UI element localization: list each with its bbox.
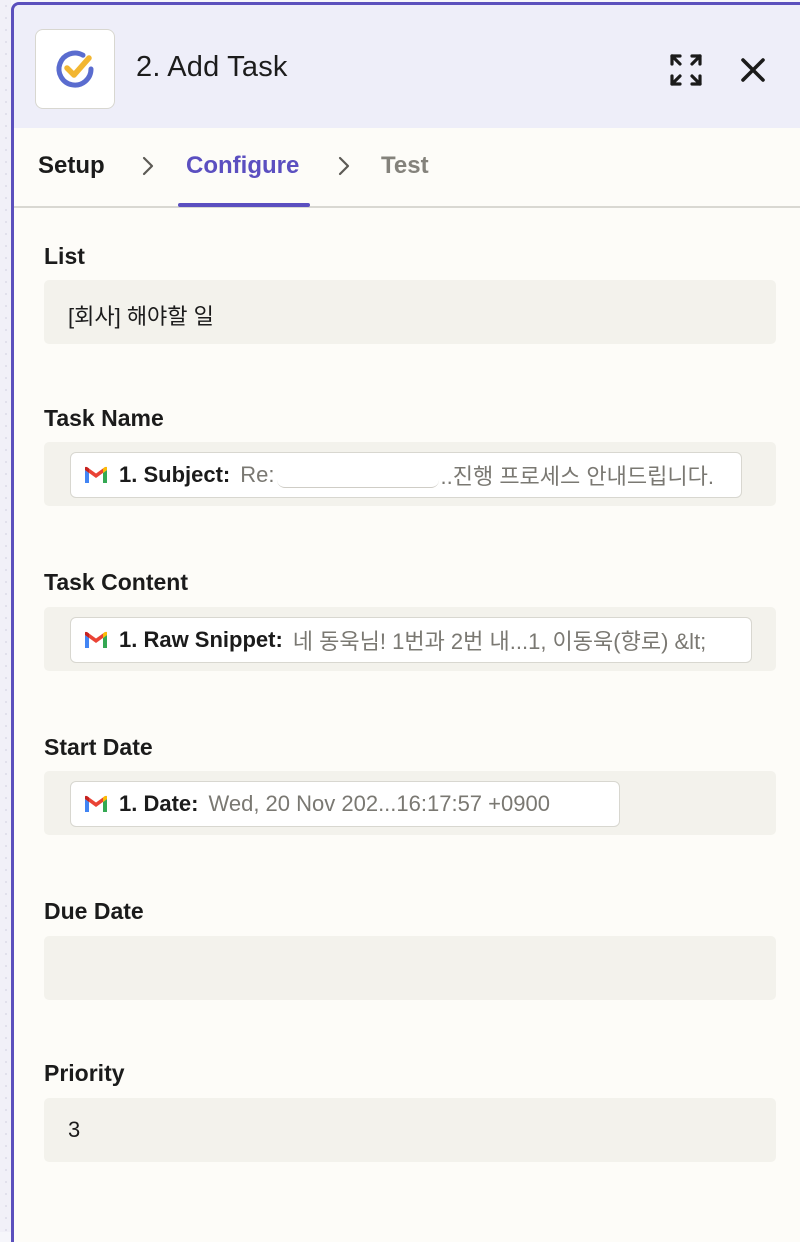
- ticktick-check-icon: [56, 50, 94, 88]
- priority-field[interactable]: 3: [44, 1098, 776, 1162]
- panel-header: 2. Add Task: [14, 5, 800, 128]
- pill-key: 1. Subject:: [119, 462, 231, 487]
- priority-label: Priority: [44, 1060, 125, 1086]
- start-date-field[interactable]: 1. Date: Wed, 20 Nov 202...16:17:57 +090…: [44, 771, 776, 835]
- task-content-field[interactable]: 1. Raw Snippet: 네 동욱님! 1번과 2번 내...1, 이동욱…: [44, 607, 776, 671]
- due-date-field[interactable]: [44, 936, 776, 1000]
- gmail-icon: [85, 795, 107, 812]
- pill-value: 네 동욱님! 1번과 2번 내...1, 이동욱(향로) &lt;: [292, 629, 707, 654]
- close-icon: [741, 58, 765, 82]
- tab-test[interactable]: Test: [381, 152, 429, 180]
- start-date-label: Start Date: [44, 734, 153, 760]
- priority-value: 3: [68, 1117, 81, 1142]
- step-panel: 2. Add Task Setup Configure Test List [회…: [11, 2, 800, 1242]
- step-tabs: Setup Configure Test: [14, 128, 800, 208]
- list-label: List: [44, 243, 85, 269]
- pill-value-prefix: Re:: [240, 462, 275, 487]
- task-name-mapped-pill[interactable]: 1. Subject: Re: ..진행 프로세스 안내드립니다.: [70, 452, 742, 498]
- gmail-icon: [85, 631, 107, 648]
- tab-setup[interactable]: Setup: [38, 152, 105, 180]
- gmail-icon: [85, 466, 107, 483]
- page-title: 2. Add Task: [136, 51, 288, 83]
- task-content-mapped-pill[interactable]: 1. Raw Snippet: 네 동욱님! 1번과 2번 내...1, 이동욱…: [70, 617, 752, 663]
- tab-configure[interactable]: Configure: [186, 152, 299, 180]
- start-date-mapped-pill[interactable]: 1. Date: Wed, 20 Nov 202...16:17:57 +090…: [70, 781, 620, 827]
- canvas-background: [0, 0, 11, 1232]
- pill-key: 1. Raw Snippet:: [119, 627, 283, 652]
- expand-icon: [670, 54, 702, 86]
- pill-value-suffix: ..진행 프로세스 안내드립니다.: [440, 464, 714, 489]
- chevron-right-icon: [138, 154, 158, 178]
- due-date-label: Due Date: [44, 898, 144, 924]
- app-icon: [35, 29, 115, 109]
- redacted-text: [276, 462, 439, 488]
- pill-key: 1. Date:: [119, 791, 199, 816]
- active-tab-indicator: [178, 203, 310, 207]
- task-name-field[interactable]: 1. Subject: Re: ..진행 프로세스 안내드립니다.: [44, 442, 776, 506]
- task-name-label: Task Name: [44, 405, 164, 431]
- expand-button[interactable]: [665, 49, 707, 91]
- pill-value: Wed, 20 Nov 202...16:17:57 +0900: [208, 791, 550, 816]
- task-content-label: Task Content: [44, 569, 188, 595]
- close-button[interactable]: [732, 49, 774, 91]
- chevron-right-icon: [334, 154, 354, 178]
- list-value: [회사] 해야할 일: [68, 304, 214, 329]
- list-field[interactable]: [회사] 해야할 일: [44, 280, 776, 344]
